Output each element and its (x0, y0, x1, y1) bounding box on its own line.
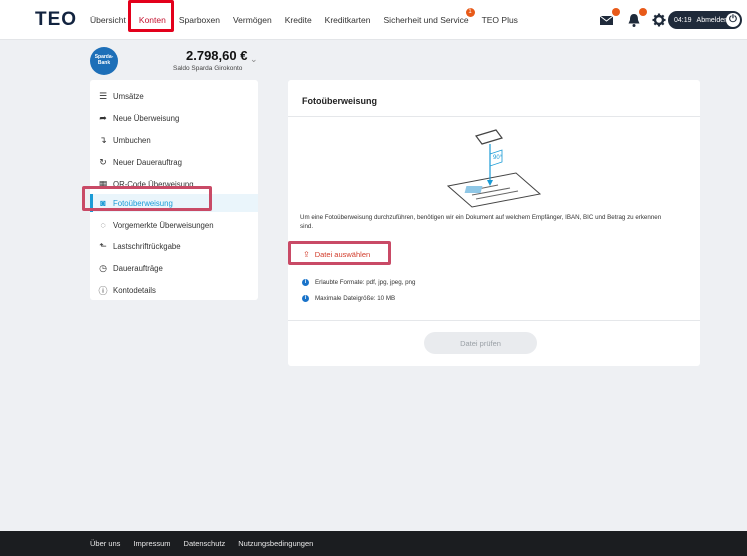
page-title: Fotoüberweisung (302, 96, 377, 106)
session-timer: 04:19 (674, 16, 692, 24)
footer: Über uns Impressum Datenschutz Nutzungsb… (0, 531, 747, 556)
sidebar-item-fotoueberweisung[interactable]: ◙ Fotoüberweisung (90, 194, 258, 212)
sidebar-item-dauerauftraege[interactable]: ◷ Daueraufträge (90, 259, 258, 277)
gear-icon[interactable] (650, 11, 668, 29)
angle-label: 90° (493, 155, 503, 161)
bell-badge-icon (639, 8, 647, 16)
info-max-size: i Maximale Dateigröße: 10 MB (302, 293, 395, 303)
sidebar-item-label: Neuer Dauerauftrag (113, 157, 182, 167)
nav-teo-plus[interactable]: TEO Plus (482, 15, 518, 25)
info-icon: ⓘ (98, 285, 108, 296)
nav-sparboxen[interactable]: Sparboxen (179, 15, 220, 25)
info-text: Erlaubte Formate: pdf, jpg, jpeg, png (315, 278, 416, 286)
footer-link-nutzungsbedingungen[interactable]: Nutzungsbedingungen (238, 539, 313, 548)
timer-icon: ◷ (99, 262, 107, 273)
sidebar-item-label: Kontodetails (113, 285, 156, 295)
nav-sicherheit-service[interactable]: Sicherheit und Service 1 (383, 8, 475, 25)
sidebar-item-label: Vorgemerkte Überweisungen (113, 220, 214, 230)
footer-link-impressum[interactable]: Impressum (133, 539, 170, 548)
sidebar-item-label: Lastschriftrückgabe (113, 241, 181, 251)
info-allowed-formats: i Erlaubte Formate: pdf, jpg, jpeg, png (302, 277, 415, 287)
nav-sicherheit-label: Sicherheit und Service (383, 15, 469, 25)
bank-logo: Sparda-Bank (90, 47, 118, 75)
nav-uebersicht[interactable]: Übersicht (90, 15, 126, 25)
bell-icon[interactable] (625, 8, 647, 29)
sidebar-item-vorgemerkte[interactable]: ◌ Vorgemerkte Überweisungen (90, 216, 258, 234)
phone-scan-illustration-icon: 90° (446, 129, 542, 208)
upload-icon: ⇪ (303, 250, 310, 259)
sidebar-item-label: Fotoüberweisung (113, 198, 173, 208)
info-text: Maximale Dateigröße: 10 MB (315, 294, 396, 302)
nav-vermoegen[interactable]: Vermögen (233, 15, 272, 25)
turn-arrow-icon: ↴ (99, 134, 107, 145)
sidebar-item-neue-ueberweisung[interactable]: ➦ Neue Überweisung (90, 109, 258, 127)
top-navigation-bar: TEO Übersicht Konten Sparboxen Vermögen … (0, 0, 747, 40)
divider (288, 116, 700, 117)
account-balance-label: Saldo Sparda Girokonto (173, 65, 243, 72)
logout-button[interactable]: 04:19 Abmelden ⏻ (668, 11, 742, 29)
description-text: Um eine Fotoüberweisung durchzuführen, b… (300, 214, 662, 230)
camera-icon: ◙ (100, 198, 106, 208)
sidebar-item-label: Umbuchen (113, 135, 151, 145)
logout-label: Abmelden (696, 16, 729, 24)
mail-badge-icon (612, 8, 620, 16)
select-file-button[interactable]: ⇪ Datei auswählen (303, 248, 387, 261)
clock-circle-icon: ◌ (100, 220, 106, 230)
qr-code-icon: ▦ (98, 178, 108, 189)
list-icon: ☰ (98, 90, 108, 101)
check-file-button[interactable]: Datei prüfen (424, 332, 537, 354)
account-sidebar: ☰ Umsätze ➦ Neue Überweisung ↴ Umbuchen … (90, 80, 258, 300)
sidebar-item-label: QR-Code Überweisung (113, 179, 194, 189)
sidebar-item-umsaetze[interactable]: ☰ Umsätze (90, 87, 258, 105)
sidebar-item-umbuchen[interactable]: ↴ Umbuchen (90, 131, 258, 149)
nav-kredite[interactable]: Kredite (285, 15, 312, 25)
sidebar-item-kontodetails[interactable]: ⓘ Kontodetails (90, 281, 258, 299)
sidebar-item-label: Daueraufträge (113, 263, 163, 273)
footer-link-ueber-uns[interactable]: Über uns (90, 539, 120, 548)
sidebar-item-neuer-dauerauftrag[interactable]: ↻ Neuer Dauerauftrag (90, 153, 258, 171)
main-nav: Übersicht Konten Sparboxen Vermögen Kred… (90, 0, 531, 40)
footer-link-datenschutz[interactable]: Datenschutz (184, 539, 226, 548)
account-balance[interactable]: 2.798,60 € (186, 48, 247, 63)
sidebar-item-qr-code[interactable]: ▦ QR-Code Überweisung (90, 175, 258, 193)
info-icon: i (302, 278, 309, 286)
sidebar-item-label: Umsätze (113, 91, 144, 101)
teo-logo[interactable]: TEO (35, 9, 77, 31)
nav-konten[interactable]: Konten (139, 15, 166, 25)
arrow-right-icon: ➦ (99, 112, 107, 123)
power-icon: ⏻ (726, 13, 740, 27)
notification-badge: 1 (465, 8, 475, 17)
mail-icon[interactable] (598, 8, 620, 29)
photo-transfer-card: Fotoüberweisung 90° Um eine Fotoüberweis… (288, 80, 700, 366)
return-arrow-icon: ⬑ (99, 240, 107, 251)
sidebar-item-label: Neue Überweisung (113, 113, 180, 123)
nav-kreditkarten[interactable]: Kreditkarten (325, 15, 371, 25)
select-file-label: Datei auswählen (314, 250, 371, 259)
info-icon: i (302, 294, 309, 302)
sidebar-item-lastschriftrueckgabe[interactable]: ⬑ Lastschriftrückgabe (90, 237, 258, 255)
repeat-icon: ↻ (99, 156, 107, 167)
divider (288, 320, 700, 321)
chevron-down-icon[interactable]: ⌄ (250, 54, 258, 65)
